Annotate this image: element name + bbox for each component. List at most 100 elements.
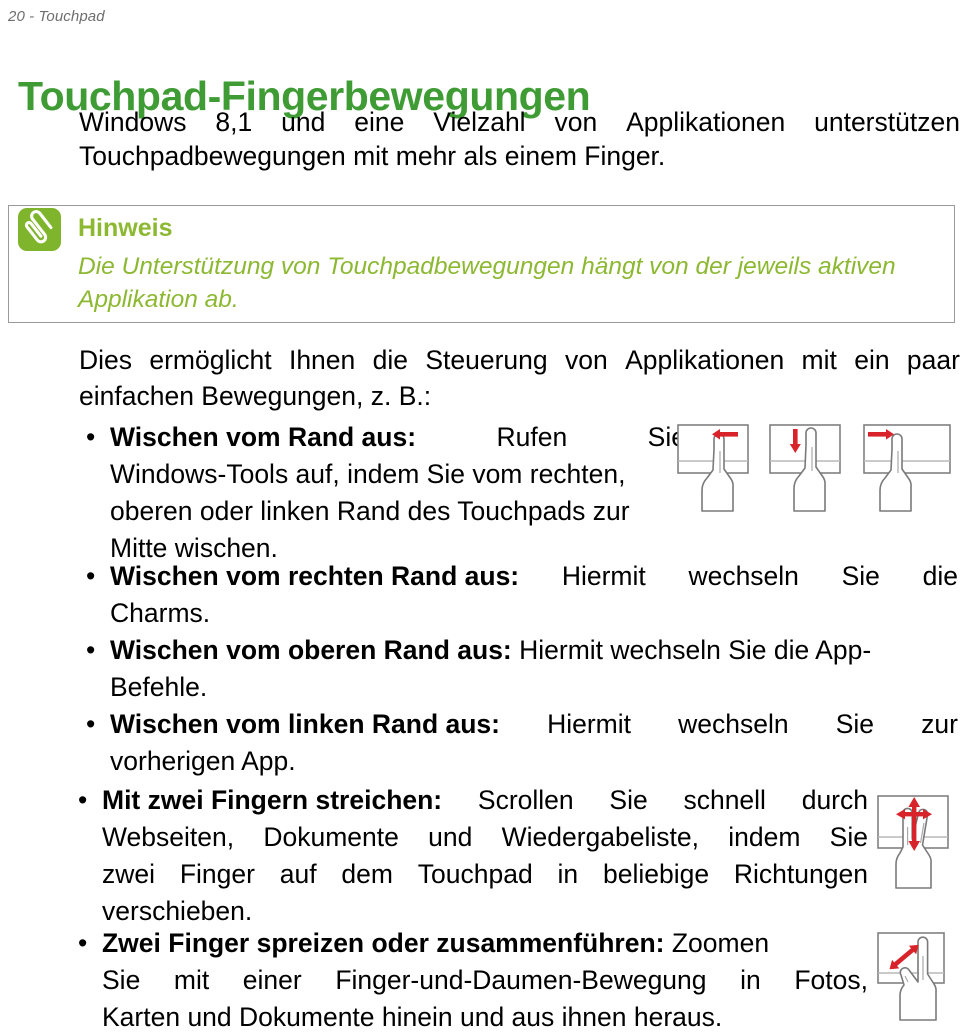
swipe-from-right-edge-icon [676,421,758,519]
note-body: Die Unterstützung von Touchpadbewegungen… [78,250,953,316]
list-item-label: Wischen vom linken Rand aus: [110,709,500,739]
list-item-word: Rufen [496,422,568,452]
list-item-word: Wiedergabeliste, [501,822,699,852]
list-item-text: Wischen vom rechten Rand aus: Hiermit wech… [110,558,958,632]
list-item-text: Wischen vom linken Rand aus: Hiermit wechs… [110,706,958,780]
list-item-text: Mit zwei Fingern streichen: Scrollen Sie sc… [102,782,868,930]
note-body-line-1: Die Unterstützung von Touchpadbewegungen… [78,253,896,280]
lead-word: Steuerung [425,345,548,375]
lead-word: die [372,345,408,375]
swipe-from-top-edge-icon [768,421,850,519]
intro-word: unterstützen [814,107,960,137]
intro-line-1: Windows 8,1 und eine Vielzahl von Applikatione… [79,105,960,139]
list-item-line: Karten und Dokumente hinein und aus ihne… [102,999,868,1036]
list-item: • Wischen vom oberen Rand aus: Hiermit we… [86,632,958,706]
list-item-label: Wischen vom rechten Rand aus: [110,561,520,591]
bullet-marker: • [78,928,88,958]
bullet-marker: • [78,785,88,815]
intro-line-2: Touchpadbewegungen mit mehr als einem Fi… [79,141,666,171]
lead-word: von [564,345,608,375]
lead-word: Dies [79,345,133,375]
list-item-word: Touchpad [417,859,533,889]
lead-paragraph: Dies ermöglicht Ihnen die Steuerung von Applik… [79,342,960,414]
lead-line-2: einfachen Bewegungen, z. B.: [79,381,432,411]
list-item-line: Webseiten, Dokumente und Wiedergabeliste, in… [102,819,868,856]
list-item-word: wechseln [678,709,789,739]
list-item-word: Hiermit [547,709,632,739]
list-item-line: Zwei Finger spreizen oder zusammenführen… [102,925,868,962]
list-item-text: Wischen vom Rand aus: Rufen Sie Windows-Too… [110,419,686,567]
list-item-word: zur [921,709,958,739]
list-item-word: Sie [609,785,648,815]
pinch-zoom-icon [874,930,954,1026]
list-item-word: Dokumente [263,822,399,852]
list-item: • Wischen vom linken Rand aus: Hiermit wech… [86,706,958,780]
list-item-label: Wischen vom oberen Rand aus: [110,635,512,665]
lead-word: paar [906,345,960,375]
list-item-word: die [922,561,958,591]
bullet-marker: • [86,561,96,591]
list-item-word: dem [341,859,393,889]
two-finger-scroll-icon [874,793,954,895]
lead-word: Applikationen [625,345,785,375]
list-item-line: Windows-Tools auf, indem Sie vom rechten… [110,456,686,493]
list-item-word: indem [728,822,801,852]
list-item-word: Befehle. [110,672,208,702]
bullet-marker: • [86,635,96,665]
list-item-line: Wischen vom linken Rand aus: Hiermit wechs… [110,706,958,743]
list-item-label: Wischen vom Rand aus: [110,422,417,452]
intro-word: Windows [79,107,187,137]
list-item-text: Wischen vom oberen Rand aus: Hiermit wec… [110,632,958,706]
list-item: • Mit zwei Fingern streichen: Scrollen Sie s… [78,782,868,930]
list-item-word: einer [242,965,302,995]
list-item-line: Charms. [110,595,958,632]
list-item-word: vorherigen App. [110,746,296,776]
list-item-line: oberen oder linken Rand des Touchpads zu… [110,493,686,530]
list-item-word: Zoomen [664,928,770,958]
document-page: 20 - Touchpad Touchpad-Fingerbewegungen … [0,0,960,1032]
list-item-line: Mit zwei Fingern streichen: Scrollen Sie sc… [102,782,868,819]
intro-word: 8,1 [215,107,253,137]
note-title: Hinweis [78,214,173,242]
list-item-word: Charms. [110,598,211,628]
list-item-word: Webseiten, [102,822,235,852]
list-item-word: auf [279,859,317,889]
list-item-word: schnell [683,785,766,815]
running-header: 20 - Touchpad [8,8,105,25]
lead-line-1: Dies ermöglicht Ihnen die Steuerung von Applik… [79,342,960,378]
bullet-marker: • [86,422,96,452]
lead-word: mit [801,345,837,375]
intro-word: Vielzahl [433,107,526,137]
list-item-word: Sie [829,822,868,852]
list-item-word: Sie [841,561,880,591]
bullet-marker: • [86,709,96,739]
list-item-word: mit [173,965,210,995]
list-item-word: Fotos, [794,965,868,995]
lead-word: ermöglicht [149,345,272,375]
list-item-line: Wischen vom oberen Rand aus: Hiermit wec… [110,632,958,669]
list-item-word: verschieben. [102,896,253,926]
list-item-word: Sie [835,709,875,739]
list-item-word: Scrollen [477,785,574,815]
list-item-word: beliebige [603,859,710,889]
list-item-line: Sie mit einer Finger-und-Daumen-Bewegung in F… [102,962,868,999]
list-item-line: Befehle. [110,669,958,706]
list-item-word: Hiermit wechseln Sie die App- [511,635,872,665]
list-item-word: Finger-und-Daumen-Bewegung [335,965,707,995]
lead-word: ein [854,345,890,375]
list-item: • Wischen vom Rand aus: Rufen Sie Windows-To… [86,419,686,567]
lead-word: Ihnen [288,345,356,375]
intro-word: von [554,107,598,137]
list-item-word: Sie [102,965,141,995]
list-item-word: Finger [179,859,255,889]
list-item-word: Windows-Tools auf, indem Sie vom rechten… [110,459,626,489]
list-item-label: Zwei Finger spreizen oder zusammenführen… [102,928,665,958]
list-item-word: zwei [102,859,156,889]
intro-word: Applikationen [626,107,786,137]
list-item-word: durch [801,785,868,815]
list-item-word: Richtungen [733,859,868,889]
note-body-line-2: Applikation ab. [78,286,239,313]
list-item-text: Zwei Finger spreizen oder zusammenführen… [102,925,868,1036]
intro-word: und [281,107,326,137]
list-item-line: vorherigen App. [110,743,958,780]
